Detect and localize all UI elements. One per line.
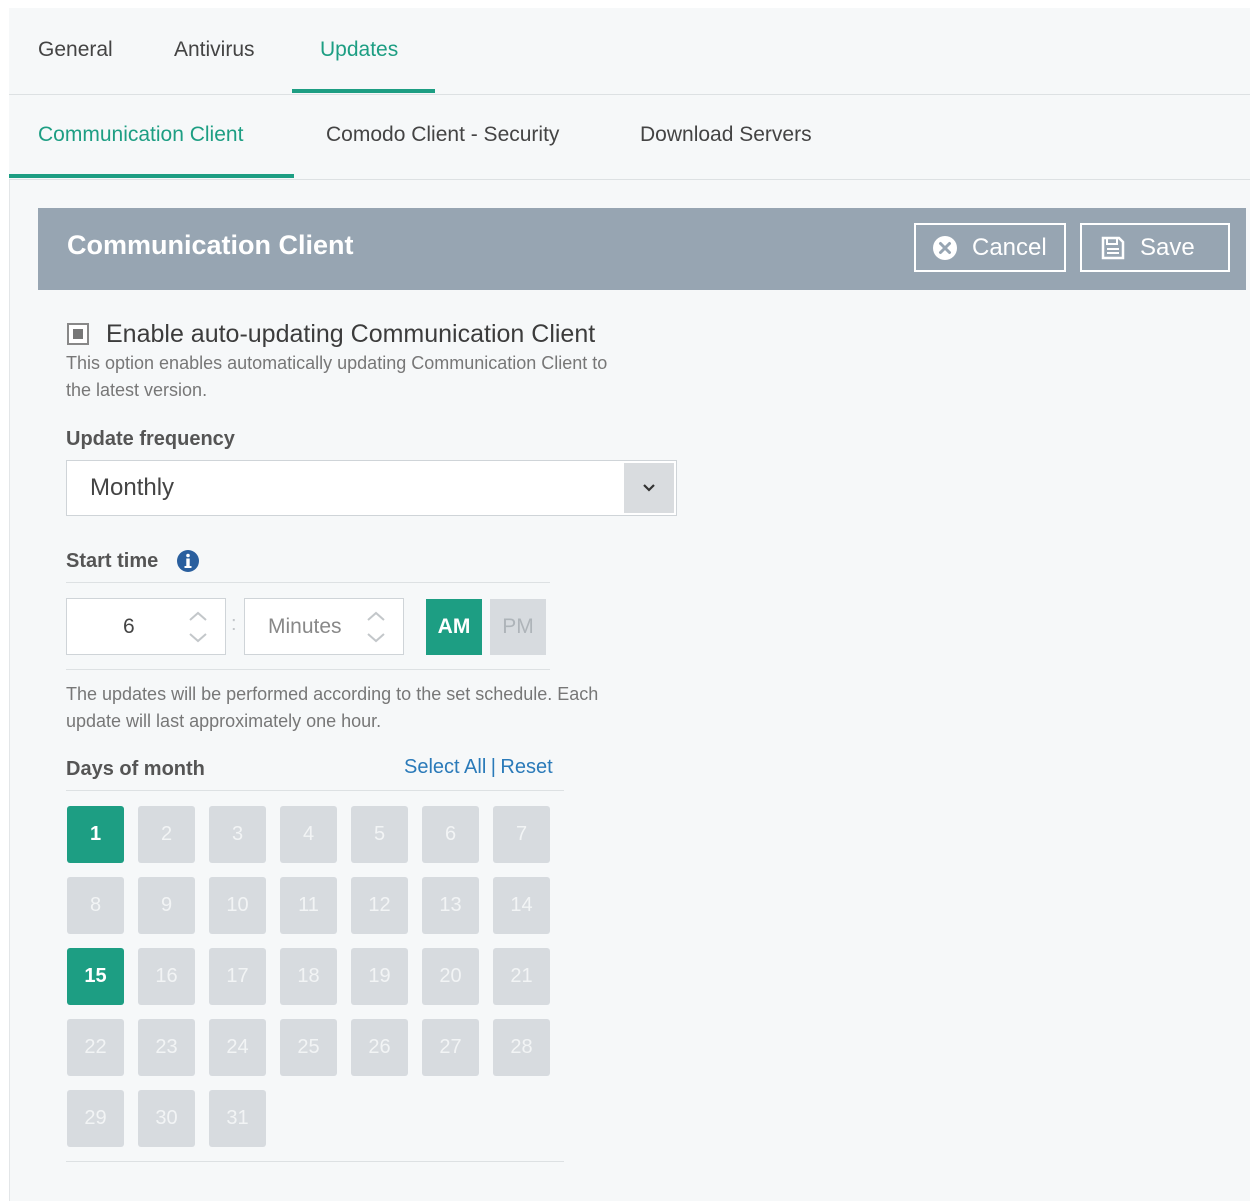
- day-14-button[interactable]: 14: [493, 877, 550, 934]
- tab-comodo-client-security[interactable]: Comodo Client - Security: [326, 124, 559, 145]
- active-subtab-indicator: [9, 174, 294, 178]
- day-21-button[interactable]: 21: [493, 948, 550, 1005]
- start-time-divider-bottom: [66, 669, 550, 670]
- hour-value: 6: [123, 615, 135, 638]
- info-icon[interactable]: [176, 549, 200, 573]
- start-time-divider-top: [66, 582, 550, 583]
- minutes-stepper[interactable]: Minutes: [244, 598, 404, 655]
- minutes-placeholder: Minutes: [268, 615, 342, 638]
- day-2-button[interactable]: 2: [138, 806, 195, 863]
- day-18-button[interactable]: 18: [280, 948, 337, 1005]
- day-28-button[interactable]: 28: [493, 1019, 550, 1076]
- stepper-arrows-icon[interactable]: [187, 607, 209, 647]
- days-divider-bottom: [66, 1161, 564, 1162]
- auto-update-checkbox[interactable]: [67, 323, 89, 345]
- start-time-label: Start time: [66, 550, 159, 572]
- days-divider-top: [66, 790, 564, 791]
- frequency-value: Monthly: [90, 474, 175, 501]
- day-7-button[interactable]: 7: [493, 806, 550, 863]
- day-20-button[interactable]: 20: [422, 948, 479, 1005]
- schedule-note-line1: The updates will be performed according …: [66, 684, 599, 704]
- time-separator: :: [231, 613, 237, 635]
- day-15-button[interactable]: 15: [67, 948, 124, 1005]
- day-13-button[interactable]: 13: [422, 877, 479, 934]
- pm-button[interactable]: PM: [490, 599, 546, 655]
- day-9-button[interactable]: 9: [138, 877, 195, 934]
- tab-download-servers[interactable]: Download Servers: [640, 124, 812, 145]
- day-4-button[interactable]: 4: [280, 806, 337, 863]
- cancel-icon: [933, 235, 957, 260]
- panel-header: Communication Client Cancel Save: [38, 208, 1246, 290]
- day-19-button[interactable]: 19: [351, 948, 408, 1005]
- tab-antivirus[interactable]: Antivirus: [174, 39, 255, 60]
- frequency-select[interactable]: Monthly: [66, 460, 677, 516]
- day-3-button[interactable]: 3: [209, 806, 266, 863]
- cancel-button[interactable]: Cancel: [914, 223, 1066, 272]
- am-button[interactable]: AM: [426, 599, 482, 655]
- tab-updates[interactable]: Updates: [320, 39, 398, 60]
- panel-title: Communication Client: [67, 230, 354, 260]
- auto-update-help: This option enables automatically updati…: [66, 350, 607, 404]
- hour-stepper[interactable]: 6: [66, 598, 226, 655]
- schedule-note: The updates will be performed according …: [66, 681, 598, 735]
- day-8-button[interactable]: 8: [67, 877, 124, 934]
- tab-communication-client[interactable]: Communication Client: [38, 124, 243, 145]
- day-30-button[interactable]: 30: [138, 1090, 195, 1147]
- day-16-button[interactable]: 16: [138, 948, 195, 1005]
- reset-link[interactable]: Reset: [500, 756, 552, 778]
- tab-general[interactable]: General: [38, 39, 113, 60]
- frequency-label: Update frequency: [66, 428, 235, 450]
- day-1-button[interactable]: 1: [67, 806, 124, 863]
- select-all-link[interactable]: Select All: [404, 756, 486, 778]
- day-12-button[interactable]: 12: [351, 877, 408, 934]
- days-actions: Select All | Reset: [404, 756, 553, 779]
- sub-tab-bar: Communication Client Comodo Client - Sec…: [9, 95, 1250, 180]
- day-29-button[interactable]: 29: [67, 1090, 124, 1147]
- active-tab-indicator: [292, 89, 435, 93]
- auto-update-help-line2: the latest version.: [66, 380, 208, 400]
- day-25-button[interactable]: 25: [280, 1019, 337, 1076]
- chevron-down-icon[interactable]: [624, 463, 674, 513]
- day-24-button[interactable]: 24: [209, 1019, 266, 1076]
- day-31-button[interactable]: 31: [209, 1090, 266, 1147]
- day-27-button[interactable]: 27: [422, 1019, 479, 1076]
- day-17-button[interactable]: 17: [209, 948, 266, 1005]
- schedule-note-line2: update will last approximately one hour.: [66, 711, 382, 731]
- save-button[interactable]: Save: [1080, 223, 1230, 272]
- stepper-arrows-icon[interactable]: [365, 607, 387, 647]
- link-divider: |: [490, 756, 496, 778]
- days-of-month-label: Days of month: [66, 758, 205, 780]
- auto-update-label[interactable]: Enable auto-updating Communication Clien…: [106, 320, 595, 349]
- day-6-button[interactable]: 6: [422, 806, 479, 863]
- day-11-button[interactable]: 11: [280, 877, 337, 934]
- day-23-button[interactable]: 23: [138, 1019, 195, 1076]
- auto-update-help-line1: This option enables automatically updati…: [66, 353, 608, 373]
- day-22-button[interactable]: 22: [67, 1019, 124, 1076]
- cancel-label: Cancel: [972, 233, 1047, 261]
- day-5-button[interactable]: 5: [351, 806, 408, 863]
- day-26-button[interactable]: 26: [351, 1019, 408, 1076]
- save-label: Save: [1140, 233, 1195, 261]
- top-tab-bar: General Antivirus Updates: [9, 8, 1250, 95]
- save-icon: [1101, 236, 1125, 259]
- day-10-button[interactable]: 10: [209, 877, 266, 934]
